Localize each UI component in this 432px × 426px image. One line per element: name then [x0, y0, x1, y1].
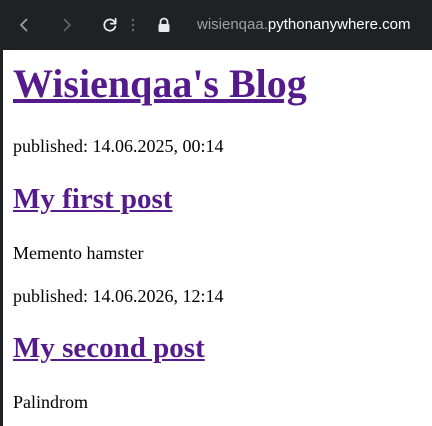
post-title: My second post: [13, 330, 205, 366]
url-subdomain: wisienqaa.: [197, 16, 268, 33]
reload-icon: [103, 17, 117, 32]
reload-button[interactable]: [98, 13, 122, 37]
post-text: Palindrom: [13, 392, 88, 412]
url-domain: pythonanywhere.com: [267, 16, 411, 33]
url-text[interactable]: wisienqaa.pythonanywhere.com: [197, 15, 410, 35]
back-arrow-icon: [20, 18, 28, 32]
blog-title: Wisienqaa's Blog: [13, 58, 307, 110]
page-content: Wisienqaa's Blog published: 14.06.2025, …: [13, 50, 432, 426]
post-title-link[interactable]: My first post: [13, 183, 172, 215]
back-button[interactable]: [12, 13, 36, 37]
address-bar[interactable]: wisienqaa.pythonanywhere.com: [127, 7, 432, 43]
divider-dots-icon: [131, 18, 135, 32]
site-info-button[interactable]: [155, 16, 173, 34]
window-left-edge: [0, 0, 3, 426]
post-text: Memento hamster: [13, 243, 144, 263]
forward-arrow-icon: [63, 18, 71, 32]
post-title-link[interactable]: My second post: [13, 332, 205, 364]
post-published-date: published: 14.06.2026, 12:14: [13, 286, 224, 306]
lock-icon: [158, 17, 170, 32]
post-title: My first post: [13, 181, 172, 217]
post-published-date: published: 14.06.2025, 00:14: [13, 136, 224, 156]
blog-title-link[interactable]: Wisienqaa's Blog: [13, 61, 307, 106]
forward-button[interactable]: [55, 13, 79, 37]
browser-toolbar: wisienqaa.pythonanywhere.com: [0, 0, 432, 50]
